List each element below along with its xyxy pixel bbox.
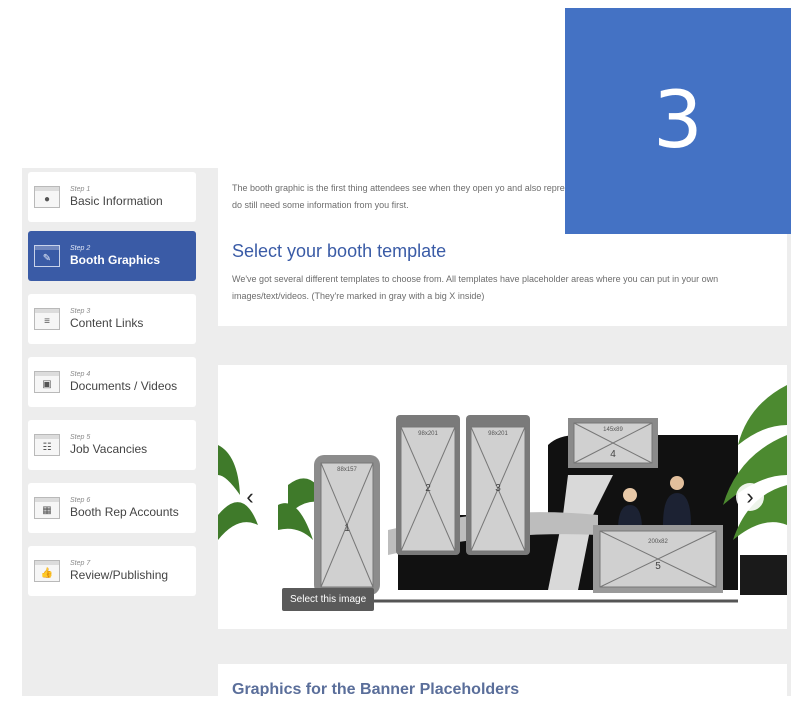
sidebar-item-label: Review/Publishing bbox=[70, 567, 169, 582]
banner-section-title: Graphics for the Banner Placeholders bbox=[232, 681, 520, 696]
section-title: Select your booth template bbox=[232, 241, 447, 261]
documents-videos-icon: ▣ bbox=[34, 371, 60, 393]
template-description: We've got several different templates to… bbox=[232, 274, 719, 301]
step-number: Step 7 bbox=[70, 560, 91, 568]
banner-placeholders-panel: Graphics for the Banner Placeholders bbox=[218, 664, 787, 696]
rep-accounts-icon: ▦ bbox=[34, 497, 60, 519]
placeholder-number: 3 bbox=[495, 483, 501, 494]
sidebar-item-documents-videos[interactable]: ▣ Step 4 Documents / Videos bbox=[28, 357, 196, 407]
next-template-button[interactable]: › bbox=[736, 483, 764, 511]
placeholder-number: 4 bbox=[610, 449, 616, 460]
sidebar-item-label: Booth Graphics bbox=[70, 252, 161, 267]
step-number: Step 1 bbox=[70, 186, 91, 194]
step-number-badge: 3 bbox=[565, 8, 791, 234]
placeholder-size: 88x157 bbox=[337, 467, 357, 473]
step-number: Step 6 bbox=[70, 497, 91, 505]
placeholder-size: 200x82 bbox=[648, 539, 668, 545]
placeholder-number: 1 bbox=[344, 523, 350, 534]
placeholder-size: 98x201 bbox=[418, 431, 438, 437]
content-lines-icon: ≡ bbox=[34, 308, 60, 330]
placeholder-number: 5 bbox=[655, 561, 661, 572]
step-number: Step 2 bbox=[70, 245, 91, 253]
step-number: Step 5 bbox=[70, 434, 91, 442]
sidebar-item-content-links[interactable]: ≡ Step 3 Content Links bbox=[28, 294, 196, 344]
sidebar-item-label: Booth Rep Accounts bbox=[70, 504, 179, 519]
sidebar-item-label: Content Links bbox=[70, 315, 144, 330]
sidebar-item-basic-information[interactable]: ● Step 1 Basic Information bbox=[28, 172, 196, 222]
placeholder-size: 98x201 bbox=[488, 431, 508, 437]
user-profile-icon: ● bbox=[34, 186, 60, 208]
booth-setup-app: ● Step 1 Basic Information ✎ Step 2 Boot… bbox=[22, 168, 791, 696]
step-number: Step 4 bbox=[70, 371, 91, 379]
step-number: Step 3 bbox=[70, 308, 91, 316]
previous-template-button[interactable]: ‹ bbox=[236, 483, 264, 511]
sidebar-item-review-publishing[interactable]: 👍 Step 7 Review/Publishing bbox=[28, 546, 196, 596]
sidebar-item-label: Job Vacancies bbox=[70, 441, 148, 456]
sidebar-item-booth-rep-accounts[interactable]: ▦ Step 6 Booth Rep Accounts bbox=[28, 483, 196, 533]
sidebar-item-label: Documents / Videos bbox=[70, 378, 178, 393]
job-grid-icon: ☷ bbox=[34, 434, 60, 456]
sidebar-item-label: Basic Information bbox=[70, 193, 163, 208]
graphics-edit-icon: ✎ bbox=[34, 245, 60, 267]
placeholder-size: 145x89 bbox=[603, 427, 623, 433]
thumbs-up-icon: 👍 bbox=[34, 560, 60, 582]
select-image-button[interactable]: Select this image bbox=[282, 588, 375, 611]
template-carousel: 88x157 1 98x201 2 98x201 3 145x89 4 200x… bbox=[218, 365, 787, 629]
placeholder-number: 2 bbox=[425, 483, 431, 494]
badge-number: 3 bbox=[653, 76, 703, 166]
sidebar-item-booth-graphics[interactable]: ✎ Step 2 Booth Graphics bbox=[28, 231, 196, 281]
sidebar-item-job-vacancies[interactable]: ☷ Step 5 Job Vacancies bbox=[28, 420, 196, 470]
